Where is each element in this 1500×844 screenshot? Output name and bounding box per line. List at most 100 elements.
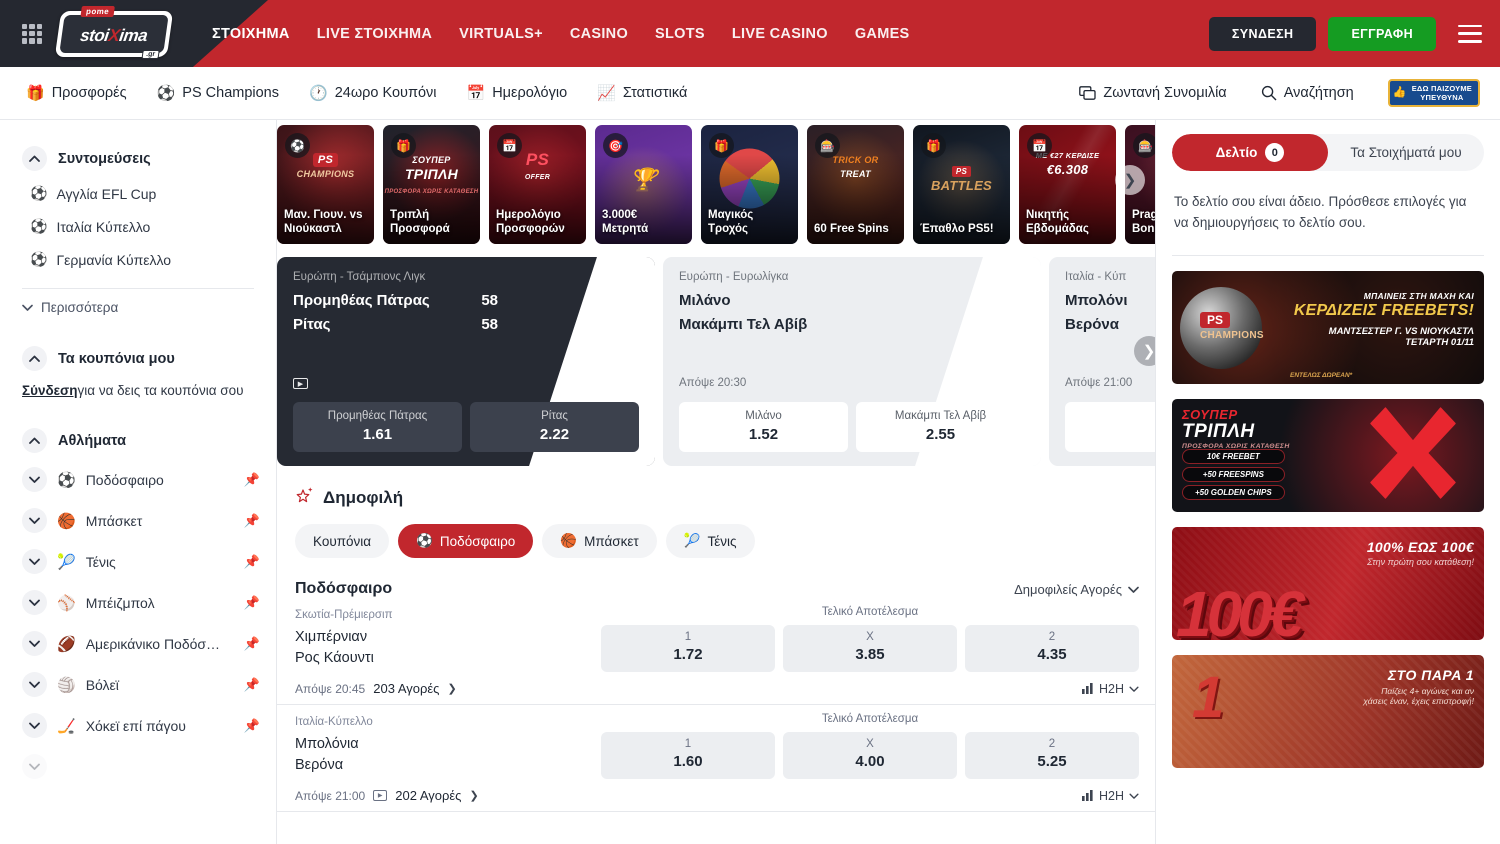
tab-coupons[interactable]: Κουπόνια	[295, 524, 389, 558]
sidebar-item-tennis[interactable]: 🎾 Τένις 📌	[0, 541, 276, 582]
sidebar-item-baseball[interactable]: ⚾ Μπέιζμπολ 📌	[0, 582, 276, 623]
odd-button[interactable]: Ρίτας 2.22	[470, 402, 639, 452]
tab-football[interactable]: ⚽ Ποδόσφαιρο	[398, 524, 533, 558]
ps-champions-banner[interactable]: PS CHAMPIONS ΜΠΑΙΝΕΙΣ ΣΤΗ ΜΑΧΗ ΚΑΙ ΚΕΡΔΙ…	[1172, 271, 1484, 384]
chevron-down-icon[interactable]	[22, 549, 47, 574]
chevron-down-icon[interactable]	[22, 508, 47, 533]
nav-item-casino[interactable]: CASINO	[570, 26, 628, 42]
odd-button-1[interactable]: 1 1.60	[601, 732, 775, 779]
sidebar-item-germany-cup[interactable]: ⚽ Γερμανία Κύπελλο	[0, 243, 276, 276]
hamburger-menu-icon[interactable]	[1458, 25, 1482, 43]
tab-basketball[interactable]: 🏀 Μπάσκετ	[542, 524, 656, 558]
chevron-down-icon[interactable]	[22, 713, 47, 738]
sidebar-item-efl-cup[interactable]: ⚽ Αγγλία EFL Cup	[0, 177, 276, 210]
promo-card[interactable]: 🎁 ΣΟΥΠΕΡΤΡΙΠΛΗΠΡΟΣΦΟΡΑ ΧΩΡΙΣ ΚΑΤΑΘΕΣΗ Τρ…	[383, 125, 480, 244]
sidebar-item-volleyball[interactable]: 🏐 Βόλεϊ 📌	[0, 664, 276, 705]
chevron-right-icon[interactable]: ❯	[447, 682, 456, 695]
odd-button[interactable]: 1 1.6	[1065, 402, 1155, 452]
super-tripli-banner[interactable]: ΣΟΥΠΕΡ ΤΡΙΠΛΗ ΠΡΟΣΦΟΡΑ ΧΩΡΙΣ ΚΑΤΑΘΕΣΗ 10…	[1172, 399, 1484, 512]
subnav-offers[interactable]: 🎁 Προσφορές	[26, 85, 127, 101]
promo-next-arrow[interactable]: ❯	[1115, 165, 1145, 195]
search-button[interactable]: Αναζήτηση	[1261, 85, 1354, 101]
target-icon: 🎯	[603, 133, 628, 158]
pin-icon[interactable]: 📌	[244, 513, 260, 529]
odd-button[interactable]: Μακάμπι Τελ Αβίβ 2.55	[856, 402, 1025, 452]
pin-icon[interactable]: 📌	[244, 472, 260, 488]
sto-para-1-banner[interactable]: 1 ΣΤΟ ΠΑΡΑ 1 Παίζεις 4+ αγώνες και αν χά…	[1172, 655, 1484, 768]
sidebar-item-football[interactable]: ⚽ Ποδόσφαιρο 📌	[0, 459, 276, 500]
nav-item-games[interactable]: GAMES	[855, 26, 910, 42]
promo-card[interactable]: 🎁 Μαγικός Τροχός	[701, 125, 798, 244]
chevron-down-icon[interactable]	[22, 672, 47, 697]
match-info[interactable]: Ιταλία-Κύπελλο Μπολόνια Βερόνα	[295, 713, 601, 776]
tab-betslip[interactable]: Δελτίο 0	[1172, 134, 1328, 171]
pin-icon[interactable]: 📌	[244, 636, 260, 652]
chevron-down-icon[interactable]	[22, 754, 47, 779]
h2h-button[interactable]: H2H	[1082, 789, 1139, 803]
sidebar-section-shortcuts[interactable]: Συντομεύσεις	[0, 140, 276, 177]
live-chat-button[interactable]: Ζωντανή Συνομιλία	[1079, 85, 1226, 101]
chevron-right-icon[interactable]: ❯	[469, 789, 478, 802]
live-match-card[interactable]: Ευρώπη - Ευρωλίγκα Μιλάνο Μακάμπι Τελ Αβ…	[663, 257, 1041, 466]
sidebar-item-ice-hockey[interactable]: 🏒 Χόκεϊ επί πάγου 📌	[0, 705, 276, 746]
tab-my-bets[interactable]: Τα Στοιχήματά μου	[1328, 134, 1484, 171]
markets-dropdown[interactable]: Δημοφιλείς Αγορές	[1014, 582, 1139, 597]
chevron-down-icon[interactable]	[22, 631, 47, 656]
promo-card[interactable]: 🎁 PSBATTLES Έπαθλο PS5!	[913, 125, 1010, 244]
sidebar-item-next[interactable]	[0, 746, 276, 787]
sidebar-item-american-football[interactable]: 🏈 Αμερικάνικο Ποδόσ… 📌	[0, 623, 276, 664]
subnav-24h-coupon[interactable]: 🕐 24ωρο Κουπόνι	[309, 85, 437, 101]
odd-button-2[interactable]: 2 4.35	[965, 625, 1139, 672]
coupons-login-link[interactable]: Σύνδεση	[22, 383, 78, 398]
responsible-gaming-badge[interactable]: 👍 ΕΔΩ ΠΑΙΖΟΥΜΕ ΥΠΕΥΘΥΝΑ	[1388, 79, 1480, 107]
pin-icon[interactable]: 📌	[244, 718, 260, 734]
sidebar-item-basketball[interactable]: 🏀 Μπάσκετ 📌	[0, 500, 276, 541]
tv-stream-icon[interactable]: ▶	[373, 790, 387, 801]
sidebar-section-my-coupons[interactable]: Τα κουπόνια μου	[0, 340, 276, 377]
main-content: ⚽ PSCHAMPIONS Μαν. Γιουν. vs Νιούκαστλ 🎁…	[277, 120, 1155, 844]
odd-button-x[interactable]: X 3.85	[783, 625, 957, 672]
nav-item-virtuals[interactable]: VIRTUALS+	[459, 26, 543, 42]
pin-icon[interactable]: 📌	[244, 554, 260, 570]
live-match-card[interactable]: Ευρώπη - Τσάμπιονς Λιγκ Προμηθέας Πάτρας…	[277, 257, 655, 466]
odd-value: 1.6	[1071, 426, 1155, 443]
nav-item-live-stoixima[interactable]: LIVE ΣΤΟΙΧΗΜΑ	[317, 26, 432, 42]
login-button[interactable]: ΣΥΝΔΕΣΗ	[1209, 17, 1317, 51]
promo-card[interactable]: 📅 ΜΕ €27 ΚΕΡΔΙΣΕ€6.308 Νικητής Εβδομάδας	[1019, 125, 1116, 244]
nav-item-slots[interactable]: SLOTS	[655, 26, 705, 42]
first-deposit-banner[interactable]: 100€ 100% ΕΩΣ 100€ Στην πρώτη σου κατάθε…	[1172, 527, 1484, 640]
promo-card[interactable]: 🎯 🏆 3.000€ Μετρητά	[595, 125, 692, 244]
markets-count[interactable]: 203 Αγορές	[373, 681, 439, 696]
odd-button[interactable]: Μιλάνο 1.52	[679, 402, 848, 452]
apps-grid-icon[interactable]	[20, 22, 44, 46]
promo-card[interactable]: ⚽ PSCHAMPIONS Μαν. Γιουν. vs Νιούκαστλ	[277, 125, 374, 244]
signup-button[interactable]: ΕΓΓΡΑΦΗ	[1328, 17, 1436, 51]
h2h-button[interactable]: H2H	[1082, 682, 1139, 696]
promo-card[interactable]: 📅 PSOFFER Ημερολόγιο Προσφορών	[489, 125, 586, 244]
odd-button-2[interactable]: 2 5.25	[965, 732, 1139, 779]
pin-icon[interactable]: 📌	[244, 595, 260, 611]
tab-tennis[interactable]: 🎾 Τένις	[666, 524, 755, 558]
subnav-calendar[interactable]: 📅 Ημερολόγιο	[467, 85, 568, 101]
subnav-ps-champions[interactable]: ⚽ PS Champions	[157, 85, 279, 101]
coupons-login-note: Σύνδεσηγια να δεις τα κουπόνια σου	[0, 377, 276, 404]
sidebar-section-sports[interactable]: Αθλήματα	[0, 422, 276, 459]
odd-button[interactable]: Προμηθέας Πάτρας 1.61	[293, 402, 462, 452]
subnav-ps-champions-label: PS Champions	[182, 85, 279, 101]
nav-item-stoixima[interactable]: ΣΤΟΙΧΗΜΑ	[212, 26, 290, 42]
nav-item-live-casino[interactable]: LIVE CASINO	[732, 26, 828, 42]
chevron-down-icon[interactable]	[22, 467, 47, 492]
sidebar-item-italy-cup[interactable]: ⚽ Ιταλία Κύπελλο	[0, 210, 276, 243]
subnav-statistics[interactable]: 📈 Στατιστικά	[597, 85, 687, 101]
pin-icon[interactable]: 📌	[244, 677, 260, 693]
promo-card[interactable]: 🎰 TRICK ORTREAT 60 Free Spins	[807, 125, 904, 244]
odd-button-1[interactable]: 1 1.72	[601, 625, 775, 672]
sidebar-more-button[interactable]: Περισσότερα	[0, 289, 276, 326]
live-away-team: Ρίτας	[293, 316, 330, 333]
markets-count[interactable]: 202 Αγορές	[395, 788, 461, 803]
tv-stream-icon[interactable]: ▶	[293, 378, 308, 389]
chevron-down-icon[interactable]	[22, 590, 47, 615]
site-logo[interactable]: pome stoiXima .gr	[55, 11, 173, 57]
odd-button-x[interactable]: X 4.00	[783, 732, 957, 779]
match-info[interactable]: Σκωτία-Πρέμιερσιπ Χιμπέρνιαν Ρος Κάουντι	[295, 606, 601, 669]
